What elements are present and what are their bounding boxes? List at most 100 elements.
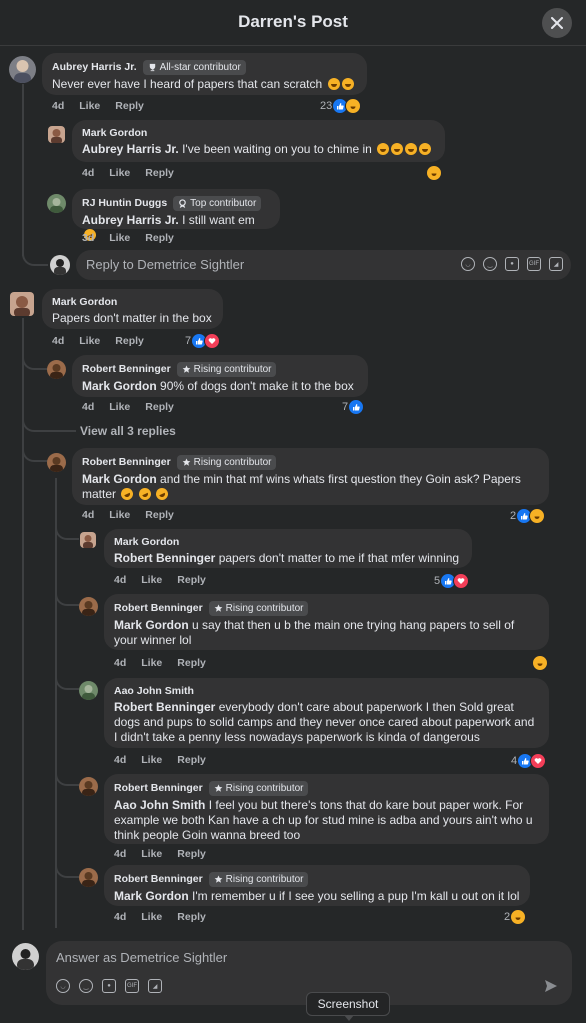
avatar[interactable] [79, 681, 98, 700]
reply-tools: ◡ ‿ ● GIF ◢ [461, 257, 563, 271]
camera-icon[interactable]: ● [505, 257, 519, 271]
avatar[interactable] [47, 194, 66, 213]
view-all-replies-link[interactable]: View all 3 replies [80, 424, 176, 438]
avatar[interactable] [79, 777, 98, 796]
gif-icon[interactable]: GIF [125, 979, 139, 993]
reply-button[interactable]: Reply [177, 911, 206, 923]
like-button[interactable]: Like [141, 657, 162, 669]
thread-line [22, 84, 24, 256]
mention-link[interactable]: Aubrey Harris Jr. [82, 142, 179, 156]
commenter-name[interactable]: Aubrey Harris Jr. [52, 61, 137, 74]
reply-button[interactable]: Reply [177, 754, 206, 766]
like-button[interactable]: Like [141, 754, 162, 766]
commenter-name[interactable]: Robert Benninger [82, 456, 171, 469]
like-button[interactable]: Like [141, 574, 162, 586]
comment-time[interactable]: 4d [52, 100, 64, 112]
gif-icon[interactable]: GIF [527, 257, 541, 271]
reply-button[interactable]: Reply [145, 401, 174, 413]
comment-time[interactable]: 3d [82, 232, 94, 244]
commenter-name[interactable]: Robert Benninger [114, 873, 203, 886]
like-button[interactable]: Like [109, 167, 130, 179]
reaction-summary[interactable]: 2 [510, 508, 546, 524]
like-button[interactable]: Like [109, 509, 130, 521]
comment-time[interactable]: 4d [114, 657, 126, 669]
current-user-avatar[interactable] [12, 943, 39, 970]
reaction-summary[interactable] [532, 655, 548, 671]
commenter-name[interactable]: Robert Benninger [114, 602, 203, 615]
comment-time[interactable]: 4d [82, 401, 94, 413]
reply-button[interactable]: Reply [115, 335, 144, 347]
comment-time[interactable]: 4d [82, 167, 94, 179]
reaction-summary[interactable]: 5 [434, 573, 470, 589]
avatar[interactable] [47, 453, 66, 472]
comment-time[interactable]: 4d [114, 754, 126, 766]
mention-link[interactable]: Mark Gordon [82, 379, 157, 393]
commenter-name[interactable]: Robert Benninger [82, 363, 171, 376]
reaction-summary[interactable]: 4 [511, 753, 547, 769]
grinning-emoji-icon [419, 143, 432, 155]
camera-icon[interactable]: ● [102, 979, 116, 993]
commenter-name[interactable]: Mark Gordon [82, 127, 147, 140]
avatar-sticker-icon[interactable]: ◡ [56, 979, 70, 993]
comment-time[interactable]: 4d [52, 335, 64, 347]
comment-actions: 3d Like Reply [82, 232, 174, 244]
reply-button[interactable]: Reply [177, 574, 206, 586]
sticker-icon[interactable]: ◢ [148, 979, 162, 993]
commenter-name[interactable]: Aao John Smith [114, 685, 194, 698]
current-user-avatar[interactable] [50, 255, 70, 275]
comment-time[interactable]: 4d [114, 911, 126, 923]
thread-connector [22, 446, 48, 462]
reply-button[interactable]: Reply [145, 167, 174, 179]
avatar-sticker-icon[interactable]: ◡ [461, 257, 475, 271]
mention-link[interactable]: Mark Gordon [82, 472, 157, 486]
mention-link[interactable]: Aubrey Harris Jr. [82, 213, 179, 227]
avatar[interactable] [79, 597, 98, 616]
reaction-summary[interactable]: 7 [342, 399, 365, 415]
reaction-count: 23 [320, 100, 333, 112]
sticker-icon[interactable]: ◢ [549, 257, 563, 271]
like-button[interactable]: Like [109, 232, 130, 244]
like-button[interactable]: Like [141, 848, 162, 860]
thread-line [55, 478, 57, 928]
emoji-icon[interactable]: ‿ [483, 257, 497, 271]
mention-link[interactable]: Robert Benninger [114, 700, 215, 714]
avatar[interactable] [9, 56, 36, 83]
close-button[interactable] [542, 8, 572, 38]
comment-time[interactable]: 4d [114, 848, 126, 860]
comment-time[interactable]: 4d [114, 574, 126, 586]
grinning-emoji-icon [341, 78, 354, 90]
reply-button[interactable]: Reply [145, 232, 174, 244]
comment-bubble: Robert Benninger Rising contributor Aao … [104, 774, 549, 844]
reply-button[interactable]: Reply [177, 657, 206, 669]
mention-link[interactable]: Aao John Smith [114, 798, 205, 812]
like-button[interactable]: Like [79, 100, 100, 112]
comment-time[interactable]: 4d [82, 509, 94, 521]
reply-button[interactable]: Reply [177, 848, 206, 860]
commenter-name[interactable]: RJ Huntin Duggs [82, 197, 167, 210]
commenter-name[interactable]: Mark Gordon [114, 536, 179, 549]
mention-link[interactable]: Mark Gordon [114, 889, 189, 903]
commenter-name[interactable]: Robert Benninger [114, 782, 203, 795]
avatar[interactable] [47, 360, 66, 379]
avatar[interactable] [79, 868, 98, 887]
mention-link[interactable]: Mark Gordon [114, 618, 189, 632]
like-button[interactable]: Like [109, 401, 130, 413]
reaction-summary[interactable]: 2 [504, 909, 527, 925]
commenter-name[interactable]: Mark Gordon [52, 296, 117, 309]
reaction-summary[interactable]: 23 [320, 98, 362, 114]
avatar[interactable] [10, 292, 34, 316]
like-button[interactable]: Like [141, 911, 162, 923]
mention-link[interactable]: Robert Benninger [114, 551, 215, 565]
avatar[interactable] [80, 532, 96, 548]
emoji-icon[interactable]: ‿ [79, 979, 93, 993]
like-button[interactable]: Like [79, 335, 100, 347]
reply-placeholder: Reply to Demetrice Sightler [86, 257, 245, 272]
send-icon[interactable] [544, 979, 558, 993]
contributor-badge: Rising contributor [208, 872, 309, 887]
reply-button[interactable]: Reply [145, 509, 174, 521]
reaction-summary[interactable] [426, 165, 442, 181]
reply-button[interactable]: Reply [115, 100, 144, 112]
reaction-summary[interactable]: 7 [185, 333, 221, 349]
avatar[interactable] [48, 126, 65, 143]
reply-input[interactable]: Reply to Demetrice Sightler ◡ ‿ ● GIF ◢ [76, 250, 571, 280]
